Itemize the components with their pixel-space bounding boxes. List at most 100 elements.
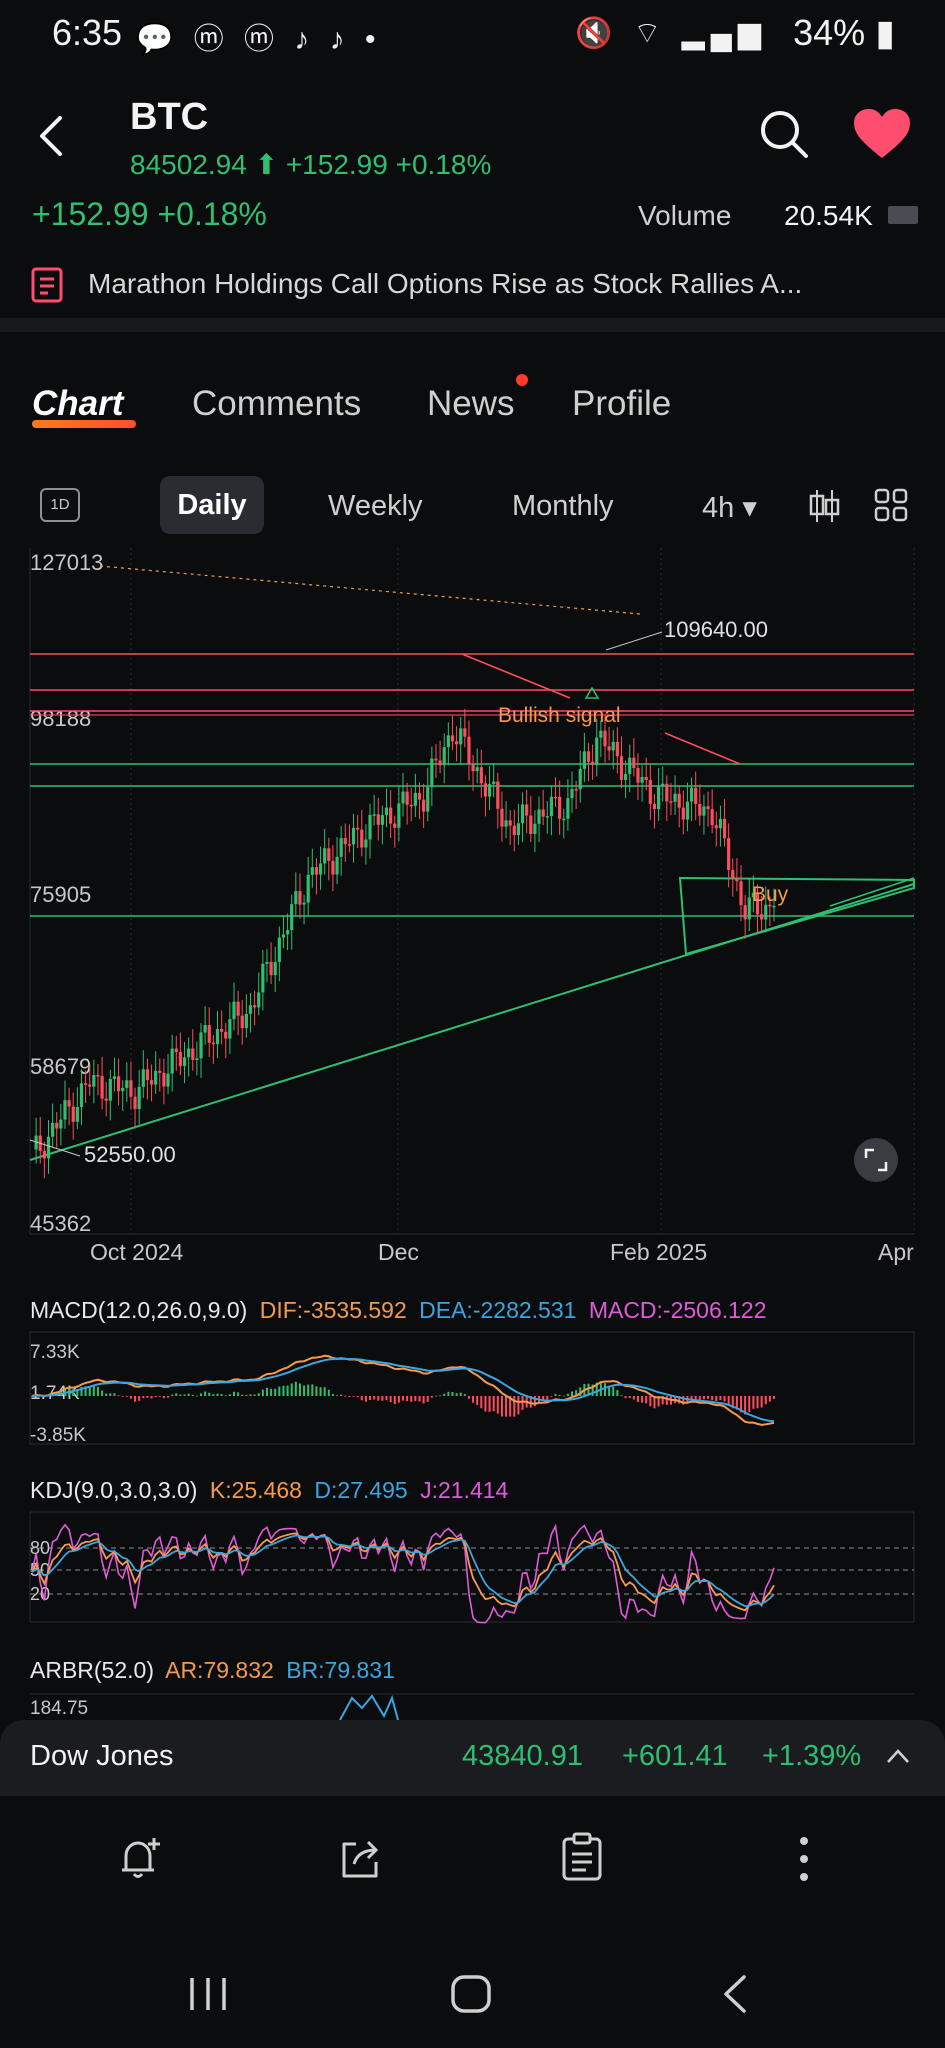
candle-body <box>446 735 450 748</box>
index-change: +601.41 <box>622 1740 728 1772</box>
kdj-panel-frame <box>29 1511 915 1623</box>
candle-body <box>59 1119 63 1129</box>
recent-apps-icon[interactable] <box>188 1976 228 2012</box>
candle-body <box>384 807 389 816</box>
kdj-k-line <box>31 1532 775 1612</box>
news-headline[interactable]: Marathon Holdings Call Options Rise as S… <box>88 268 802 300</box>
candle-body <box>116 1076 121 1092</box>
candle-body <box>619 756 624 780</box>
candle-body <box>273 962 277 976</box>
candle-body <box>636 768 640 783</box>
macd-bar <box>665 1396 668 1405</box>
candle-body <box>772 905 776 908</box>
chart-area[interactable]: 127013 98188 75905 58679 45362 Oct 2024 … <box>0 548 945 1720</box>
period-daily[interactable]: Daily <box>160 476 264 534</box>
macd-bar <box>88 1386 91 1396</box>
macd-bar <box>298 1383 301 1396</box>
macd-bar <box>472 1396 475 1403</box>
y-axis-label-top: 127013 <box>30 550 103 575</box>
candle-body <box>133 1096 137 1110</box>
macd-bar <box>356 1396 359 1398</box>
bullish-signal-label: Bullish signal <box>498 704 621 727</box>
candle-body <box>240 1015 244 1029</box>
candle-body <box>722 818 727 839</box>
tab-chart[interactable]: Chart <box>32 384 123 424</box>
macd-bar <box>467 1396 470 1399</box>
candle-body <box>496 781 500 809</box>
candle-body <box>615 741 619 757</box>
index-change-pct: +1.39% <box>762 1740 862 1772</box>
chevron-up-icon[interactable] <box>886 1748 910 1764</box>
candle-body <box>710 809 714 826</box>
status-time: 6:35 <box>52 12 123 53</box>
kdj-d: D:27.495 <box>314 1477 407 1503</box>
macd-bar <box>352 1396 355 1397</box>
candle-body <box>248 1005 253 1014</box>
candle-body <box>661 783 665 787</box>
candle-body <box>426 787 430 812</box>
candle-body <box>281 934 286 938</box>
notification-icons: 💬 ⓜ ⓜ ♪ ♪ • <box>136 23 382 56</box>
period-weekly[interactable]: Weekly <box>328 490 423 523</box>
home-icon[interactable] <box>450 1974 492 2014</box>
candle-body <box>487 784 492 797</box>
candle-body <box>454 741 459 745</box>
share-icon[interactable] <box>336 1834 384 1882</box>
candle-body <box>681 807 685 820</box>
notes-clipboard-icon[interactable] <box>560 1832 604 1882</box>
candle-body <box>516 823 521 836</box>
grid-layout-icon[interactable] <box>874 488 908 522</box>
macd-bar <box>492 1396 495 1412</box>
macd-bar <box>167 1396 170 1398</box>
macd-bar <box>109 1393 112 1396</box>
candle-body <box>104 1098 108 1101</box>
arbr-line <box>339 1694 399 1720</box>
up-arrow-icon: ⬆ <box>254 149 279 180</box>
macd-bar <box>125 1396 128 1397</box>
favorite-heart-icon[interactable] <box>852 108 912 160</box>
dashed-trend-line <box>99 565 641 615</box>
macd-bar <box>723 1396 726 1402</box>
candle-body <box>351 827 356 845</box>
one-day-toggle[interactable]: 1D <box>40 488 80 522</box>
fullscreen-button[interactable] <box>854 1138 898 1182</box>
candle-body <box>558 796 562 819</box>
news-banner[interactable]: Marathon Holdings Call Options Rise as S… <box>0 248 945 320</box>
candlestick-type-icon[interactable] <box>808 488 840 524</box>
back-arrow-icon[interactable] <box>30 112 78 160</box>
macd-bar <box>311 1384 314 1396</box>
macd-bar <box>434 1395 437 1397</box>
more-options-icon[interactable] <box>794 1836 814 1882</box>
candle-body <box>702 806 706 816</box>
macd-bar <box>294 1381 297 1396</box>
tab-profile[interactable]: Profile <box>572 384 671 424</box>
candle-body <box>628 757 632 774</box>
high-leader-line <box>605 631 663 651</box>
candle-body <box>261 963 265 993</box>
search-icon[interactable] <box>758 108 810 160</box>
candle-body <box>475 767 479 772</box>
candle-body <box>129 1080 133 1097</box>
candle-body <box>586 751 591 762</box>
candle-body <box>174 1048 178 1053</box>
macd-bar <box>154 1396 157 1398</box>
macd-bar <box>303 1385 306 1396</box>
period-monthly[interactable]: Monthly <box>512 490 614 523</box>
macd-bar <box>323 1387 326 1396</box>
macd-bar <box>270 1388 273 1396</box>
tab-comments[interactable]: Comments <box>192 384 361 424</box>
tab-news[interactable]: News <box>427 384 515 424</box>
candle-body <box>211 1042 215 1045</box>
candle-body <box>327 848 331 861</box>
candle-body <box>203 1025 207 1033</box>
candle-body <box>541 809 545 817</box>
candle-body <box>154 1070 158 1085</box>
period-4h-dropdown[interactable]: 4h ▾ <box>702 490 757 525</box>
macd-bar <box>711 1396 714 1401</box>
macd-bar <box>142 1396 145 1399</box>
add-alert-bell-icon[interactable] <box>116 1834 164 1882</box>
system-back-icon[interactable] <box>720 1974 750 2014</box>
candle-body <box>294 891 298 905</box>
y-axis-label-bottom: 45362 <box>30 1211 91 1236</box>
candle-body <box>463 728 467 737</box>
